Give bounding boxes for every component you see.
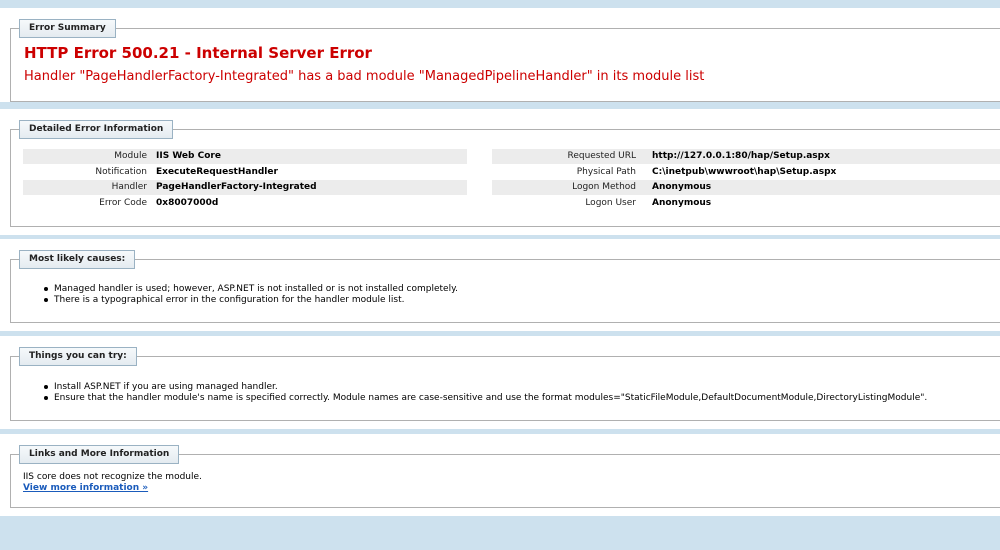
detail-value: IIS Web Core [156,151,221,161]
error-description: Handler "PageHandlerFactory-Integrated" … [24,69,705,84]
detail-row-module: Module IIS Web Core [23,149,467,164]
detail-value: PageHandlerFactory-Integrated [156,182,317,192]
detail-row-logon-user: Logon User Anonymous [492,196,1000,211]
detail-row-notification: Notification ExecuteRequestHandler [23,165,467,180]
detail-row-physical-path: Physical Path C:\inetpub\wwwroot\hap\Set… [492,165,1000,180]
detail-label: Logon Method [572,182,636,192]
detail-label: Logon User [585,198,636,208]
detail-label: Handler [111,182,147,192]
detail-label: Physical Path [576,167,636,177]
links-legend: Links and More Information [19,445,180,464]
try-list: Install ASP.NET if you are using managed… [42,382,927,404]
try-legend: Things you can try: [19,347,137,366]
detail-label: Module [114,151,147,161]
detail-value: http://127.0.0.1:80/hap/Setup.aspx [652,151,830,161]
detail-row-logon-method: Logon Method Anonymous [492,180,1000,195]
causes-list: Managed handler is used; however, ASP.NE… [42,284,458,306]
detail-value: Anonymous [652,198,712,208]
detail-label: Error Code [99,198,147,208]
detail-value: C:\inetpub\wwwroot\hap\Setup.aspx [652,167,837,177]
detail-value: ExecuteRequestHandler [156,167,278,177]
detailed-info-legend: Detailed Error Information [19,120,174,139]
error-title: HTTP Error 500.21 - Internal Server Erro… [24,44,372,62]
list-item: Install ASP.NET if you are using managed… [42,382,927,393]
view-more-information-link[interactable]: View more information » [23,483,148,493]
detail-value: Anonymous [652,182,712,192]
detail-label: Requested URL [567,151,636,161]
detail-row-requested-url: Requested URL http://127.0.0.1:80/hap/Se… [492,149,1000,164]
list-item: There is a typographical error in the co… [42,295,458,306]
detail-row-handler: Handler PageHandlerFactory-Integrated [23,180,467,195]
error-summary-fieldset: Error Summary [10,19,1000,102]
error-summary-legend: Error Summary [19,19,116,38]
list-item: Managed handler is used; however, ASP.NE… [42,284,458,295]
list-item: Ensure that the handler module's name is… [42,393,927,404]
detail-row-error-code: Error Code 0x8007000d [23,196,467,211]
detail-value: 0x8007000d [156,198,219,208]
causes-legend: Most likely causes: [19,250,136,269]
links-text: IIS core does not recognize the module. [23,472,202,482]
detail-label: Notification [95,167,147,177]
